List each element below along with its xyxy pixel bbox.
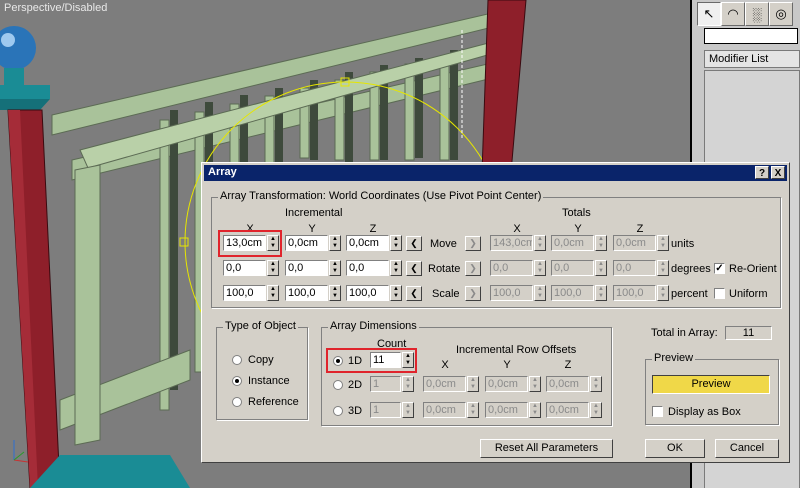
totals-label: Totals xyxy=(562,207,591,219)
offset-y-header: Y xyxy=(503,359,511,371)
count-2d-spinner[interactable]: 1 ▲ ▼ xyxy=(370,376,414,392)
copy-label: Copy xyxy=(248,354,274,366)
reset-all-parameters-button[interactable]: Reset All Parameters xyxy=(480,439,613,458)
move-right-arrow-button[interactable]: ❯ xyxy=(465,236,481,251)
incremental-label: Incremental xyxy=(285,207,343,219)
instance-label: Instance xyxy=(248,375,290,387)
move-unit-label: units xyxy=(671,238,695,250)
dim-2d-radio[interactable] xyxy=(333,380,343,390)
inc-z-header: Z xyxy=(369,223,377,235)
modifier-list-dropdown[interactable]: Modifier List xyxy=(704,50,800,68)
close-button[interactable]: X xyxy=(771,166,785,179)
inc-y-header: Y xyxy=(308,223,316,235)
rotate-tot-x-spinner[interactable]: 0,0 ▲ ▼ xyxy=(490,260,546,276)
move-x-highlight xyxy=(218,230,282,257)
row-offsets-label: Incremental Row Offsets xyxy=(456,344,577,356)
move-tot-y-spinner[interactable]: 0,0cm ▲ ▼ xyxy=(551,235,607,251)
object-name-field[interactable] xyxy=(704,28,798,44)
move-left-arrow-button[interactable]: ❮ xyxy=(406,236,422,251)
copy-radio[interactable] xyxy=(232,355,242,365)
move-label: Move xyxy=(430,238,457,250)
rotate-label: Rotate xyxy=(428,263,461,275)
preview-button[interactable]: Preview xyxy=(652,375,770,394)
motion-icon[interactable]: ◎ xyxy=(769,2,793,26)
rotate-tot-z-spinner[interactable]: 0,0 ▲ ▼ xyxy=(613,260,669,276)
create-icon[interactable]: ↖ xyxy=(697,2,721,26)
array-dimensions-label: Array Dimensions xyxy=(328,320,419,332)
rotate-inc-x-spinner[interactable]: 0,0 ▲ ▼ xyxy=(223,260,279,276)
viewport-label[interactable]: Perspective/Disabled xyxy=(4,2,107,14)
scale-tot-z-spinner[interactable]: 100,0 ▲ ▼ xyxy=(613,285,669,301)
scale-inc-y-spinner[interactable]: 100,0 ▲ ▼ xyxy=(285,285,341,301)
uniform-checkbox[interactable] xyxy=(714,288,725,299)
uniform-label: Uniform xyxy=(729,288,768,300)
dim-3d-label: 3D xyxy=(348,405,363,417)
offset-3d-z-spinner[interactable]: 0,0cm ▲ ▼ xyxy=(546,402,602,418)
count-1d-highlight xyxy=(326,348,417,373)
rotate-unit-label: degrees xyxy=(671,263,711,275)
preview-group-label: Preview xyxy=(652,352,696,364)
scale-inc-z-spinner[interactable]: 100,0 ▲ ▼ xyxy=(346,285,402,301)
scale-tot-y-spinner[interactable]: 100,0 ▲ ▼ xyxy=(551,285,607,301)
display-as-box-checkbox[interactable] xyxy=(652,406,663,417)
scale-left-arrow-button[interactable]: ❮ xyxy=(406,286,422,301)
reorient-label: Re-Orient xyxy=(729,263,777,275)
dim-2d-label: 2D xyxy=(348,379,363,391)
tot-x-header: X xyxy=(513,223,521,235)
move-tot-x-spinner[interactable]: 143,0cm ▲ ▼ xyxy=(490,235,546,251)
scale-tot-x-spinner[interactable]: 100,0 ▲ ▼ xyxy=(490,285,546,301)
rotate-tot-y-spinner[interactable]: 0,0 ▲ ▼ xyxy=(551,260,607,276)
offset-3d-y-spinner[interactable]: 0,0cm ▲ ▼ xyxy=(485,402,541,418)
reference-label: Reference xyxy=(248,396,299,408)
count-3d-spinner[interactable]: 1 ▲ ▼ xyxy=(370,402,414,418)
tot-y-header: Y xyxy=(574,223,582,235)
reorient-checkbox[interactable]: ✓ xyxy=(714,263,725,274)
move-tot-z-spinner[interactable]: 0,0cm ▲ ▼ xyxy=(613,235,669,251)
help-button[interactable]: ? xyxy=(755,166,769,179)
ok-button[interactable]: OK xyxy=(645,439,705,458)
cancel-button[interactable]: Cancel xyxy=(715,439,779,458)
tot-z-header: Z xyxy=(636,223,644,235)
display-as-box-label: Display as Box xyxy=(668,406,741,418)
rotate-left-arrow-button[interactable]: ❮ xyxy=(406,261,422,276)
modify-icon[interactable]: ◠ xyxy=(721,2,745,26)
scale-inc-x-spinner[interactable]: 100,0 ▲ ▼ xyxy=(223,285,279,301)
instance-radio[interactable] xyxy=(232,376,242,386)
rotate-right-arrow-button[interactable]: ❯ xyxy=(465,261,481,276)
rotate-inc-y-spinner[interactable]: 0,0 ▲ ▼ xyxy=(285,260,341,276)
array-dialog: Array ? X Array Transformation: World Co… xyxy=(201,162,790,463)
offset-2d-x-spinner[interactable]: 0,0cm ▲ ▼ xyxy=(423,376,479,392)
total-in-array-value: 11 xyxy=(725,326,772,340)
transformation-group-label: Array Transformation: World Coordinates … xyxy=(218,190,544,202)
move-inc-z-spinner[interactable]: 0,0cm ▲ ▼ xyxy=(346,235,402,251)
move-inc-y-spinner[interactable]: 0,0cm ▲ ▼ xyxy=(285,235,341,251)
dim-3d-radio[interactable] xyxy=(333,406,343,416)
scale-unit-label: percent xyxy=(671,288,708,300)
total-in-array-label: Total in Array: xyxy=(651,327,718,339)
scale-right-arrow-button[interactable]: ❯ xyxy=(465,286,481,301)
type-of-object-label: Type of Object xyxy=(223,320,298,332)
offset-z-header: Z xyxy=(564,359,572,371)
scale-label: Scale xyxy=(432,288,460,300)
dialog-title: Array xyxy=(208,166,237,178)
hierarchy-icon[interactable]: ░ xyxy=(745,2,769,26)
dialog-titlebar[interactable]: Array ? X xyxy=(204,165,787,181)
offset-3d-x-spinner[interactable]: 0,0cm ▲ ▼ xyxy=(423,402,479,418)
offset-2d-z-spinner[interactable]: 0,0cm ▲ ▼ xyxy=(546,376,602,392)
offset-x-header: X xyxy=(441,359,449,371)
rotate-inc-z-spinner[interactable]: 0,0 ▲ ▼ xyxy=(346,260,402,276)
reference-radio[interactable] xyxy=(232,397,242,407)
offset-2d-y-spinner[interactable]: 0,0cm ▲ ▼ xyxy=(485,376,541,392)
